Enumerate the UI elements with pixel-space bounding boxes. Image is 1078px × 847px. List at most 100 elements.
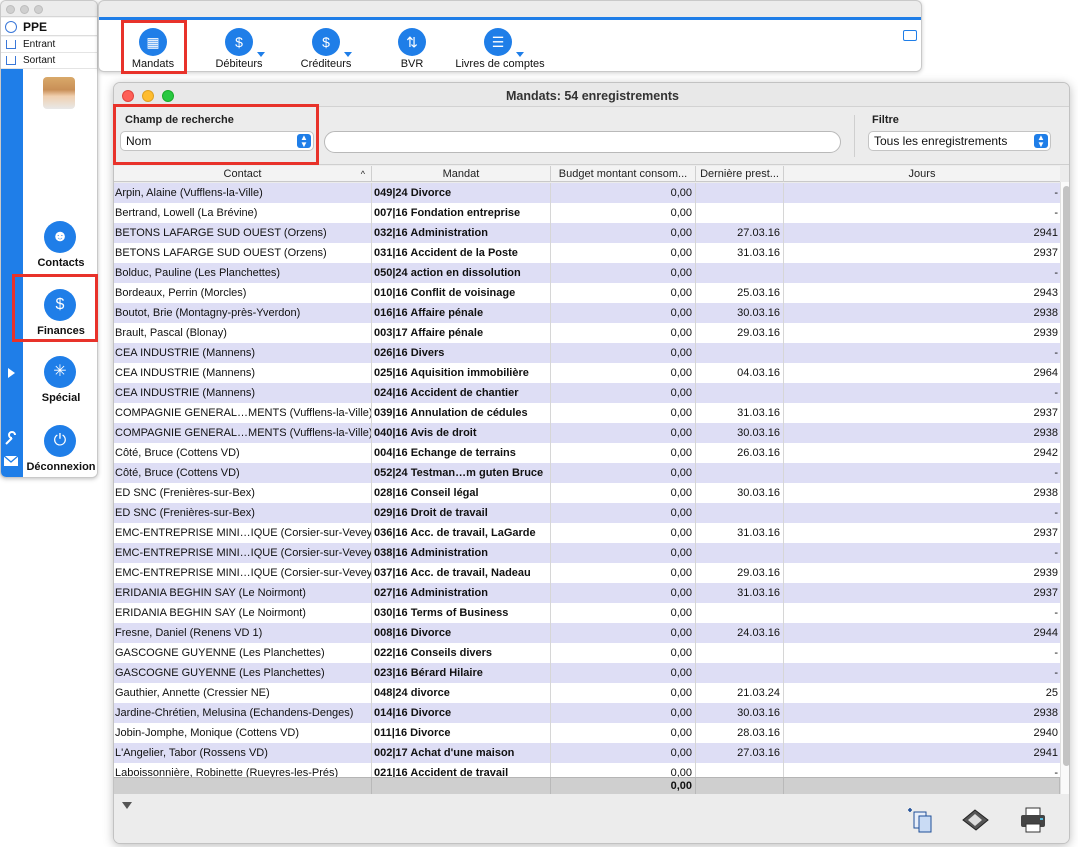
cell-derniere: 27.03.16 <box>696 223 784 243</box>
cell-mandat: 003|17 Affaire pénale <box>372 323 551 343</box>
cell-derniere: 29.03.16 <box>696 323 784 343</box>
table-row[interactable]: Bordeaux, Perrin (Morcles) 010|16 Conflit… <box>114 283 1060 303</box>
table-row[interactable]: BETONS LAFARGE SUD OUEST (Orzens) 032|16 … <box>114 223 1060 243</box>
user-photo-area <box>23 69 97 199</box>
table-row[interactable]: EMC-ENTREPRISE MINI…IQUE (Corsier-sur-Ve… <box>114 523 1060 543</box>
toolbar-debiteurs-button[interactable]: $ Débiteurs <box>207 26 271 71</box>
cell-derniere: 31.03.16 <box>696 403 784 423</box>
cell-mandat: 010|16 Conflit de voisinage <box>372 283 551 303</box>
scrollbar-thumb[interactable] <box>1063 186 1069 766</box>
calculator-icon[interactable] <box>960 806 990 834</box>
avatar[interactable] <box>43 77 75 109</box>
cell-jours: 2937 <box>1033 247 1058 259</box>
table-row[interactable]: ED SNC (Frenières-sur-Bex) 028|16 Conseil… <box>114 483 1060 503</box>
toolbar-crediteurs-button[interactable]: $ Créditeurs <box>293 26 359 71</box>
cell-contact: Gauthier, Annette (Cressier NE) <box>114 683 372 703</box>
column-header-derniere[interactable]: Dernière prest... <box>696 166 784 182</box>
table-row[interactable]: Côté, Bruce (Cottens VD) 052|24 Testman…m… <box>114 463 1060 483</box>
window-title: Mandats: 54 enregistrements <box>506 89 679 103</box>
new-document-icon[interactable] <box>904 806 934 834</box>
nav-item-deconnexion[interactable]: ⏻ Déconnexion <box>23 421 97 477</box>
table-row[interactable]: COMPAGNIE GENERAL…MENTS (Vufflens-la-Vil… <box>114 423 1060 443</box>
vertical-scrollbar[interactable] <box>1060 182 1069 794</box>
zoom-dot[interactable] <box>34 5 43 14</box>
column-header-contact[interactable]: Contact ^ <box>114 166 372 182</box>
header-label: Contact <box>223 168 262 180</box>
cell-contact: Laboissonnière, Robinette (Rueyres-les-P… <box>114 763 372 777</box>
cell-contact: CEA INDUSTRIE (Mannens) <box>114 343 372 363</box>
cell-budget: 0,00 <box>551 543 696 563</box>
table-row[interactable]: GASCOGNE GUYENNE (Les Planchettes) 022|16… <box>114 643 1060 663</box>
table-row[interactable]: Côté, Bruce (Cottens VD) 004|16 Echange d… <box>114 443 1060 463</box>
print-icon[interactable] <box>1018 806 1048 834</box>
cell-jours: - <box>1054 207 1058 219</box>
power-icon: ⏻ <box>44 425 76 457</box>
cell-contact: Côté, Bruce (Cottens VD) <box>114 463 372 483</box>
table-row[interactable]: Boutot, Brie (Montagny-près-Yverdon) 016|… <box>114 303 1060 323</box>
minimize-dot[interactable] <box>20 5 29 14</box>
table-row[interactable]: BETONS LAFARGE SUD OUEST (Orzens) 031|16 … <box>114 243 1060 263</box>
column-header-budget[interactable]: Budget montant consom... <box>551 166 696 182</box>
table-row[interactable]: Bertrand, Lowell (La Brévine) 007|16 Fond… <box>114 203 1060 223</box>
table-row[interactable]: Jardine-Chrétien, Melusina (Echandens-De… <box>114 703 1060 723</box>
table-row[interactable]: ED SNC (Frenières-sur-Bex) 029|16 Droit d… <box>114 503 1060 523</box>
cell-jours: - <box>1054 607 1058 619</box>
cell-contact: CEA INDUSTRIE (Mannens) <box>114 383 372 403</box>
table-row[interactable]: CEA INDUSTRIE (Mannens) 024|16 Accident d… <box>114 383 1060 403</box>
palette-entrant-item[interactable]: Entrant <box>1 37 97 53</box>
table-row[interactable]: CEA INDUSTRIE (Mannens) 025|16 Aquisition… <box>114 363 1060 383</box>
palette-sortant-item[interactable]: Sortant <box>1 53 97 69</box>
table-row[interactable]: EMC-ENTREPRISE MINI…IQUE (Corsier-sur-Ve… <box>114 563 1060 583</box>
mail-icon[interactable] <box>3 455 19 467</box>
cell-derniere: 24.03.16 <box>696 623 784 643</box>
close-dot[interactable] <box>6 5 15 14</box>
palette-ppe-item[interactable]: PPE <box>1 18 97 36</box>
cell-mandat: 014|16 Divorce <box>372 703 551 723</box>
column-header-mandat[interactable]: Mandat <box>372 166 551 182</box>
nav-item-special[interactable]: ✳ Spécial <box>23 352 97 412</box>
table-row[interactable]: EMC-ENTREPRISE MINI…IQUE (Corsier-sur-Ve… <box>114 543 1060 563</box>
cell-jours: 2939 <box>1033 567 1058 579</box>
table-row[interactable]: CEA INDUSTRIE (Mannens) 026|16 Divers 0,00… <box>114 343 1060 363</box>
cell-budget: 0,00 <box>551 583 696 603</box>
table-row[interactable]: Gauthier, Annette (Cressier NE) 048|24 di… <box>114 683 1060 703</box>
table-row[interactable]: ERIDANIA BEGHIN SAY (Le Noirmont) 027|16 … <box>114 583 1060 603</box>
table-row[interactable]: Laboissonnière, Robinette (Rueyres-les-P… <box>114 763 1060 777</box>
table-row[interactable]: Jobin-Jomphe, Monique (Cottens VD) 011|16… <box>114 723 1060 743</box>
cell-contact: Jobin-Jomphe, Monique (Cottens VD) <box>114 723 372 743</box>
table-row[interactable]: Brault, Pascal (Blonay) 003|17 Affaire pé… <box>114 323 1060 343</box>
cell-budget: 0,00 <box>551 723 696 743</box>
filter-select[interactable]: Tous les enregistrements ▲ ▼ <box>868 131 1051 151</box>
cell-derniere: 30.03.16 <box>696 483 784 503</box>
nav-item-contacts[interactable]: ☻ Contacts <box>23 217 97 277</box>
entrant-label: Entrant <box>23 39 56 50</box>
table-row[interactable]: Arpin, Alaine (Vufflens-la-Ville) 049|24 … <box>114 183 1060 203</box>
cell-derniere <box>696 503 784 523</box>
column-header-jours[interactable]: Jours <box>784 166 1060 182</box>
cell-budget: 0,00 <box>551 763 696 777</box>
total-contact-cell <box>114 778 372 795</box>
table-row[interactable]: GASCOGNE GUYENNE (Les Planchettes) 023|16… <box>114 663 1060 683</box>
toolbar-bvr-button[interactable]: ⇅ BVR <box>389 26 435 71</box>
window-mode-icon[interactable] <box>903 30 917 41</box>
cell-contact: CEA INDUSTRIE (Mannens) <box>114 363 372 383</box>
cell-jours: 2938 <box>1033 427 1058 439</box>
table-row[interactable]: Fresne, Daniel (Renens VD 1) 008|16 Divor… <box>114 623 1060 643</box>
table-row[interactable]: Bolduc, Pauline (Les Planchettes) 050|24 … <box>114 263 1060 283</box>
cell-budget: 0,00 <box>551 483 696 503</box>
disclosure-triangle-icon[interactable] <box>122 802 132 809</box>
table-row[interactable]: L'Angelier, Tabor (Rossens VD) 002|17 Ach… <box>114 743 1060 763</box>
table-header: Contact ^ Mandat Budget montant consom..… <box>114 166 1060 182</box>
search-input[interactable] <box>324 131 841 153</box>
cell-mandat: 052|24 Testman…m guten Bruce <box>372 463 551 483</box>
cell-mandat: 049|24 Divorce <box>372 183 551 203</box>
cell-derniere <box>696 463 784 483</box>
cell-mandat: 029|16 Droit de travail <box>372 503 551 523</box>
wrench-icon[interactable] <box>3 431 19 447</box>
cell-derniere: 31.03.16 <box>696 243 784 263</box>
table-row[interactable]: ERIDANIA BEGHIN SAY (Le Noirmont) 030|16 … <box>114 603 1060 623</box>
table-row[interactable]: COMPAGNIE GENERAL…MENTS (Vufflens-la-Vil… <box>114 403 1060 423</box>
toolbar-livres-button[interactable]: ☰ Livres de comptes <box>451 26 549 71</box>
cell-budget: 0,00 <box>551 603 696 623</box>
cell-jours: 2964 <box>1033 367 1058 379</box>
